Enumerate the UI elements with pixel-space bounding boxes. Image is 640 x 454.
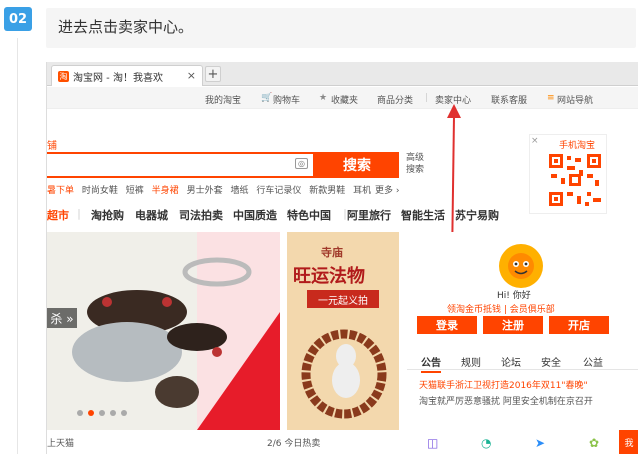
- hot-word[interactable]: 新款男鞋: [309, 186, 345, 196]
- category-item[interactable]: 特色中国: [287, 207, 331, 223]
- browser-tab-bar: 淘 淘宝网 - 淘！我喜欢 × +: [47, 62, 638, 86]
- banner-tag[interactable]: 杀 »: [47, 308, 77, 328]
- hot-word[interactable]: 墙纸: [230, 186, 248, 196]
- search-button[interactable]: 搜索: [315, 152, 399, 178]
- category-item[interactable]: 中国质造: [233, 207, 277, 223]
- avatar[interactable]: [499, 244, 543, 288]
- banner-line-2: 旺运法物: [293, 266, 365, 287]
- mascot-icon: [508, 253, 534, 279]
- login-button[interactable]: 登录: [417, 316, 477, 334]
- open-shop-button[interactable]: 开店: [549, 316, 609, 334]
- hot-word[interactable]: 行车记录仪: [256, 186, 301, 196]
- site-top-nav: 我的淘宝 🛒 购物车 ★ 收藏夹 商品分类 | 卖家中心 联系客服 ≡ 网站导航: [47, 87, 638, 109]
- tab-forum[interactable]: 论坛: [501, 354, 521, 369]
- new-tab-button[interactable]: +: [205, 66, 221, 82]
- category-item[interactable]: 智能生活: [401, 207, 445, 223]
- hot-word[interactable]: 耳机: [353, 186, 371, 196]
- side-float-tab[interactable]: 我: [619, 430, 638, 454]
- taobao-favicon-icon: 淘: [58, 70, 69, 82]
- timeline-line: [17, 38, 18, 454]
- tab-announcement[interactable]: 公告: [421, 354, 441, 373]
- carousel-dot[interactable]: [110, 410, 116, 416]
- hot-word[interactable]: 时尚女鞋: [82, 186, 118, 196]
- carousel-dot[interactable]: [99, 410, 105, 416]
- step-instruction-text: 进去点击卖家中心。: [58, 18, 194, 36]
- greeting-text: Hi! 你好: [497, 291, 531, 301]
- camera-icon[interactable]: ◎: [295, 158, 308, 169]
- nav-site-map[interactable]: 网站导航: [557, 93, 593, 106]
- bottom-left-text[interactable]: 上天猫: [47, 436, 74, 449]
- nav-divider: |: [425, 93, 429, 103]
- brand-text: 铺: [47, 141, 57, 152]
- promo-banner-middle[interactable]: 寺庙 旺运法物 一元起义拍: [287, 232, 399, 430]
- nav-favorites[interactable]: 收藏夹: [331, 93, 358, 106]
- carousel-dot[interactable]: [77, 410, 83, 416]
- service-icon[interactable]: ➤: [535, 436, 545, 450]
- close-icon[interactable]: ×: [531, 136, 539, 146]
- tab-rules[interactable]: 规则: [461, 354, 481, 369]
- bead-bracelet-image: [72, 257, 252, 408]
- category-item[interactable]: 司法拍卖: [179, 207, 223, 223]
- carousel-dot-active[interactable]: [88, 410, 94, 416]
- news-item[interactable]: 淘宝就严厉恶意骚扰 阿里安全机制在京召开: [419, 394, 593, 407]
- banner-line-3: 一元起义拍: [307, 290, 379, 308]
- tab-security[interactable]: 安全: [541, 354, 561, 369]
- nav-categories[interactable]: 商品分类: [377, 93, 413, 106]
- hot-search-words: 暑下单 时尚女鞋 短裤 半身裙 男士外套 墙纸 行车记录仪 新款男鞋 耳机: [47, 183, 376, 196]
- carousel-dot[interactable]: [121, 410, 127, 416]
- hot-word[interactable]: 半身裙: [152, 186, 179, 196]
- category-divider: |: [77, 207, 82, 220]
- service-icon[interactable]: ◫: [427, 436, 438, 450]
- notice-tabs: 公告 规则 论坛 安全 公益: [407, 350, 638, 373]
- qr-code-icon: [547, 152, 603, 208]
- star-icon: ★: [319, 93, 328, 103]
- news-item[interactable]: 天猫联手浙江卫视打造2016年双11"春晚": [419, 378, 588, 391]
- step-number-badge: 02: [4, 7, 32, 31]
- nav-customer-service[interactable]: 联系客服: [491, 93, 527, 106]
- menu-icon: ≡: [547, 93, 555, 103]
- nav-cart[interactable]: 购物车: [273, 93, 300, 106]
- hot-word[interactable]: 短裤: [126, 186, 144, 196]
- tab-title: 淘宝网 - 淘！我喜欢: [73, 72, 163, 84]
- user-panel: Hi! 你好 领淘金币抵钱 | 会员俱乐部 登录 注册 开店 公告 规则 论坛 …: [407, 232, 638, 454]
- buddha-beads-image: [301, 329, 387, 419]
- category-item[interactable]: 阿里旅行: [347, 207, 391, 223]
- advanced-search-link[interactable]: 高级搜索: [406, 152, 428, 176]
- category-item[interactable]: 超市: [47, 207, 69, 223]
- cart-icon: 🛒: [261, 93, 273, 103]
- bottom-mid-text: 2/6 今日热卖: [267, 439, 321, 449]
- service-icon[interactable]: ✿: [589, 436, 599, 450]
- browser-tab[interactable]: 淘 淘宝网 - 淘！我喜欢 ×: [51, 65, 203, 86]
- coin-link[interactable]: 领淘金币抵钱 | 会员俱乐部: [447, 302, 555, 315]
- browser-screenshot: 淘 淘宝网 - 淘！我喜欢 × + 我的淘宝 🛒 购物车 ★ 收藏夹 商品分类 …: [46, 62, 638, 454]
- register-button[interactable]: 注册: [483, 316, 543, 334]
- carousel-dots: [77, 410, 127, 416]
- search-input[interactable]: [47, 152, 315, 178]
- nav-my-taobao[interactable]: 我的淘宝: [205, 93, 241, 106]
- mobile-taobao-label: 手机淘宝: [559, 141, 596, 151]
- service-icons-row: ◫ ◔ ➤ ✿: [417, 434, 617, 454]
- tab-close-icon[interactable]: ×: [187, 69, 196, 82]
- promo-banner-left[interactable]: 杀 »: [47, 232, 280, 430]
- more-hot-words-link[interactable]: 更多 ›: [375, 183, 399, 196]
- tab-charity[interactable]: 公益: [583, 354, 603, 369]
- hot-word[interactable]: 男士外套: [187, 186, 223, 196]
- category-item[interactable]: 苏宁易购: [455, 207, 499, 223]
- service-icon[interactable]: ◔: [481, 436, 491, 450]
- hot-word[interactable]: 暑下单: [47, 186, 74, 196]
- category-item[interactable]: 电器城: [135, 207, 168, 223]
- banner-line-1: 寺庙: [321, 246, 343, 259]
- category-item[interactable]: 淘抢购: [91, 207, 124, 223]
- category-nav: 超市 | 淘抢购 电器城 司法拍卖 中国质造 特色中国 | 阿里旅行 智能生活 …: [47, 204, 638, 224]
